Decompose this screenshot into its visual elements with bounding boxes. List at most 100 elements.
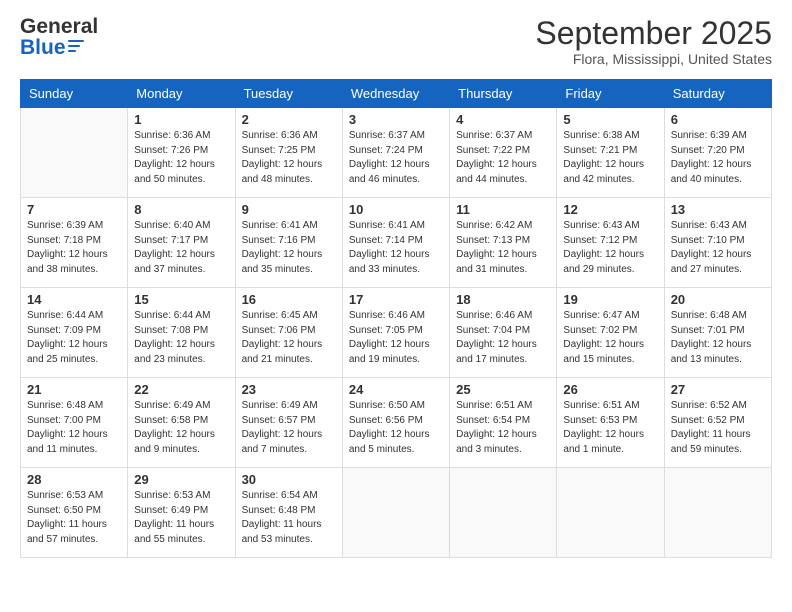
table-row: 30 Sunrise: 6:54 AM Sunset: 6:48 PM Dayli…: [235, 468, 342, 558]
table-row: 15 Sunrise: 6:44 AM Sunset: 7:08 PM Dayli…: [128, 288, 235, 378]
table-row: 17 Sunrise: 6:46 AM Sunset: 7:05 PM Dayli…: [342, 288, 449, 378]
table-row: 5 Sunrise: 6:38 AM Sunset: 7:21 PM Daylig…: [557, 108, 664, 198]
day-info: Sunrise: 6:43 AM Sunset: 7:10 PM Dayligh…: [671, 219, 765, 277]
day-info: Sunrise: 6:44 AM Sunset: 7:08 PM Dayligh…: [134, 309, 228, 367]
table-row: 24 Sunrise: 6:50 AM Sunset: 6:56 PM Dayli…: [342, 378, 449, 468]
day-info: Sunrise: 6:46 AM Sunset: 7:05 PM Dayligh…: [349, 309, 443, 367]
day-info: Sunrise: 6:44 AM Sunset: 7:09 PM Dayligh…: [27, 309, 121, 367]
day-number: 11: [456, 202, 550, 217]
table-row: 18Sunrise: 6:46 AM Sunset: 7:04 PM Dayli…: [450, 288, 557, 378]
day-info: Sunrise: 6:49 AM Sunset: 6:58 PM Dayligh…: [134, 399, 228, 457]
day-number: 2: [242, 112, 336, 127]
day-info: Sunrise: 6:50 AM Sunset: 6:56 PM Dayligh…: [349, 399, 443, 457]
logo-general: General: [20, 16, 98, 37]
table-row: 23Sunrise: 6:49 AM Sunset: 6:57 PM Dayli…: [235, 378, 342, 468]
table-row: 22Sunrise: 6:49 AM Sunset: 6:58 PM Dayli…: [128, 378, 235, 468]
day-number: 4: [456, 112, 550, 127]
table-row: 12 Sunrise: 6:43 AM Sunset: 7:12 PM Dayli…: [557, 198, 664, 288]
day-info: Sunrise: 6:36 AM Sunset: 7:26 PM Dayligh…: [134, 129, 228, 187]
col-sunday: Sunday: [21, 80, 128, 108]
day-number: 26: [563, 382, 657, 397]
day-number: 6: [671, 112, 765, 127]
col-saturday: Saturday: [664, 80, 771, 108]
header: General Blue September 2025 Flora, Missi…: [20, 16, 772, 67]
day-info: Sunrise: 6:54 AM Sunset: 6:48 PM Dayligh…: [242, 489, 336, 547]
table-row: 14 Sunrise: 6:44 AM Sunset: 7:09 PM Dayli…: [21, 288, 128, 378]
subtitle: Flora, Mississippi, United States: [535, 51, 772, 67]
day-number: 25: [456, 382, 550, 397]
table-row: [21, 108, 128, 198]
day-number: 24: [349, 382, 443, 397]
table-row: [342, 468, 449, 558]
calendar-week-row: 1Sunrise: 6:36 AM Sunset: 7:26 PM Daylig…: [21, 108, 772, 198]
day-info: Sunrise: 6:52 AM Sunset: 6:52 PM Dayligh…: [671, 399, 765, 457]
day-number: 7: [27, 202, 121, 217]
day-info: Sunrise: 6:48 AM Sunset: 7:01 PM Dayligh…: [671, 309, 765, 367]
day-number: 15: [134, 292, 228, 307]
day-info: Sunrise: 6:37 AM Sunset: 7:24 PM Dayligh…: [349, 129, 443, 187]
day-info: Sunrise: 6:40 AM Sunset: 7:17 PM Dayligh…: [134, 219, 228, 277]
table-row: 2Sunrise: 6:36 AM Sunset: 7:25 PM Daylig…: [235, 108, 342, 198]
day-info: Sunrise: 6:37 AM Sunset: 7:22 PM Dayligh…: [456, 129, 550, 187]
logo-line-3: [68, 50, 76, 52]
day-info: Sunrise: 6:43 AM Sunset: 7:12 PM Dayligh…: [563, 219, 657, 277]
col-tuesday: Tuesday: [235, 80, 342, 108]
calendar: Sunday Monday Tuesday Wednesday Thursday…: [20, 79, 772, 558]
table-row: 28Sunrise: 6:53 AM Sunset: 6:50 PM Dayli…: [21, 468, 128, 558]
day-number: 19: [563, 292, 657, 307]
day-info: Sunrise: 6:51 AM Sunset: 6:53 PM Dayligh…: [563, 399, 657, 457]
calendar-header-row: Sunday Monday Tuesday Wednesday Thursday…: [21, 80, 772, 108]
day-number: 30: [242, 472, 336, 487]
logo-line-2: [68, 45, 80, 47]
table-row: 29 Sunrise: 6:53 AM Sunset: 6:49 PM Dayli…: [128, 468, 235, 558]
table-row: 13 Sunrise: 6:43 AM Sunset: 7:10 PM Dayli…: [664, 198, 771, 288]
table-row: 11 Sunrise: 6:42 AM Sunset: 7:13 PM Dayli…: [450, 198, 557, 288]
day-info: Sunrise: 6:38 AM Sunset: 7:21 PM Dayligh…: [563, 129, 657, 187]
table-row: [450, 468, 557, 558]
day-info: Sunrise: 6:39 AM Sunset: 7:18 PM Dayligh…: [27, 219, 121, 277]
day-number: 17: [349, 292, 443, 307]
day-number: 29: [134, 472, 228, 487]
day-number: 3: [349, 112, 443, 127]
page: General Blue September 2025 Flora, Missi…: [0, 0, 792, 612]
table-row: 20 Sunrise: 6:48 AM Sunset: 7:01 PM Dayli…: [664, 288, 771, 378]
table-row: 21Sunrise: 6:48 AM Sunset: 7:00 PM Dayli…: [21, 378, 128, 468]
day-number: 5: [563, 112, 657, 127]
table-row: [557, 468, 664, 558]
day-info: Sunrise: 6:41 AM Sunset: 7:14 PM Dayligh…: [349, 219, 443, 277]
table-row: [664, 468, 771, 558]
col-monday: Monday: [128, 80, 235, 108]
day-number: 9: [242, 202, 336, 217]
table-row: 1Sunrise: 6:36 AM Sunset: 7:26 PM Daylig…: [128, 108, 235, 198]
calendar-week-row: 28Sunrise: 6:53 AM Sunset: 6:50 PM Dayli…: [21, 468, 772, 558]
day-info: Sunrise: 6:46 AM Sunset: 7:04 PM Dayligh…: [456, 309, 550, 367]
table-row: 8 Sunrise: 6:40 AM Sunset: 7:17 PM Daylig…: [128, 198, 235, 288]
logo-blue: Blue: [20, 37, 66, 58]
title-section: September 2025 Flora, Mississippi, Unite…: [535, 16, 772, 67]
day-info: Sunrise: 6:53 AM Sunset: 6:50 PM Dayligh…: [27, 489, 121, 547]
table-row: 27Sunrise: 6:52 AM Sunset: 6:52 PM Dayli…: [664, 378, 771, 468]
day-number: 20: [671, 292, 765, 307]
calendar-week-row: 14 Sunrise: 6:44 AM Sunset: 7:09 PM Dayli…: [21, 288, 772, 378]
day-number: 8: [134, 202, 228, 217]
table-row: 3 Sunrise: 6:37 AM Sunset: 7:24 PM Daylig…: [342, 108, 449, 198]
table-row: 16Sunrise: 6:45 AM Sunset: 7:06 PM Dayli…: [235, 288, 342, 378]
day-info: Sunrise: 6:53 AM Sunset: 6:49 PM Dayligh…: [134, 489, 228, 547]
calendar-week-row: 7 Sunrise: 6:39 AM Sunset: 7:18 PM Daylig…: [21, 198, 772, 288]
main-title: September 2025: [535, 16, 772, 51]
day-number: 14: [27, 292, 121, 307]
table-row: 6Sunrise: 6:39 AM Sunset: 7:20 PM Daylig…: [664, 108, 771, 198]
day-info: Sunrise: 6:42 AM Sunset: 7:13 PM Dayligh…: [456, 219, 550, 277]
logo-line-1: [68, 40, 84, 42]
day-info: Sunrise: 6:49 AM Sunset: 6:57 PM Dayligh…: [242, 399, 336, 457]
col-thursday: Thursday: [450, 80, 557, 108]
table-row: 19Sunrise: 6:47 AM Sunset: 7:02 PM Dayli…: [557, 288, 664, 378]
table-row: 7 Sunrise: 6:39 AM Sunset: 7:18 PM Daylig…: [21, 198, 128, 288]
table-row: 26 Sunrise: 6:51 AM Sunset: 6:53 PM Dayli…: [557, 378, 664, 468]
table-row: 25Sunrise: 6:51 AM Sunset: 6:54 PM Dayli…: [450, 378, 557, 468]
table-row: 4 Sunrise: 6:37 AM Sunset: 7:22 PM Daylig…: [450, 108, 557, 198]
day-info: Sunrise: 6:48 AM Sunset: 7:00 PM Dayligh…: [27, 399, 121, 457]
day-number: 13: [671, 202, 765, 217]
table-row: 10Sunrise: 6:41 AM Sunset: 7:14 PM Dayli…: [342, 198, 449, 288]
day-number: 12: [563, 202, 657, 217]
